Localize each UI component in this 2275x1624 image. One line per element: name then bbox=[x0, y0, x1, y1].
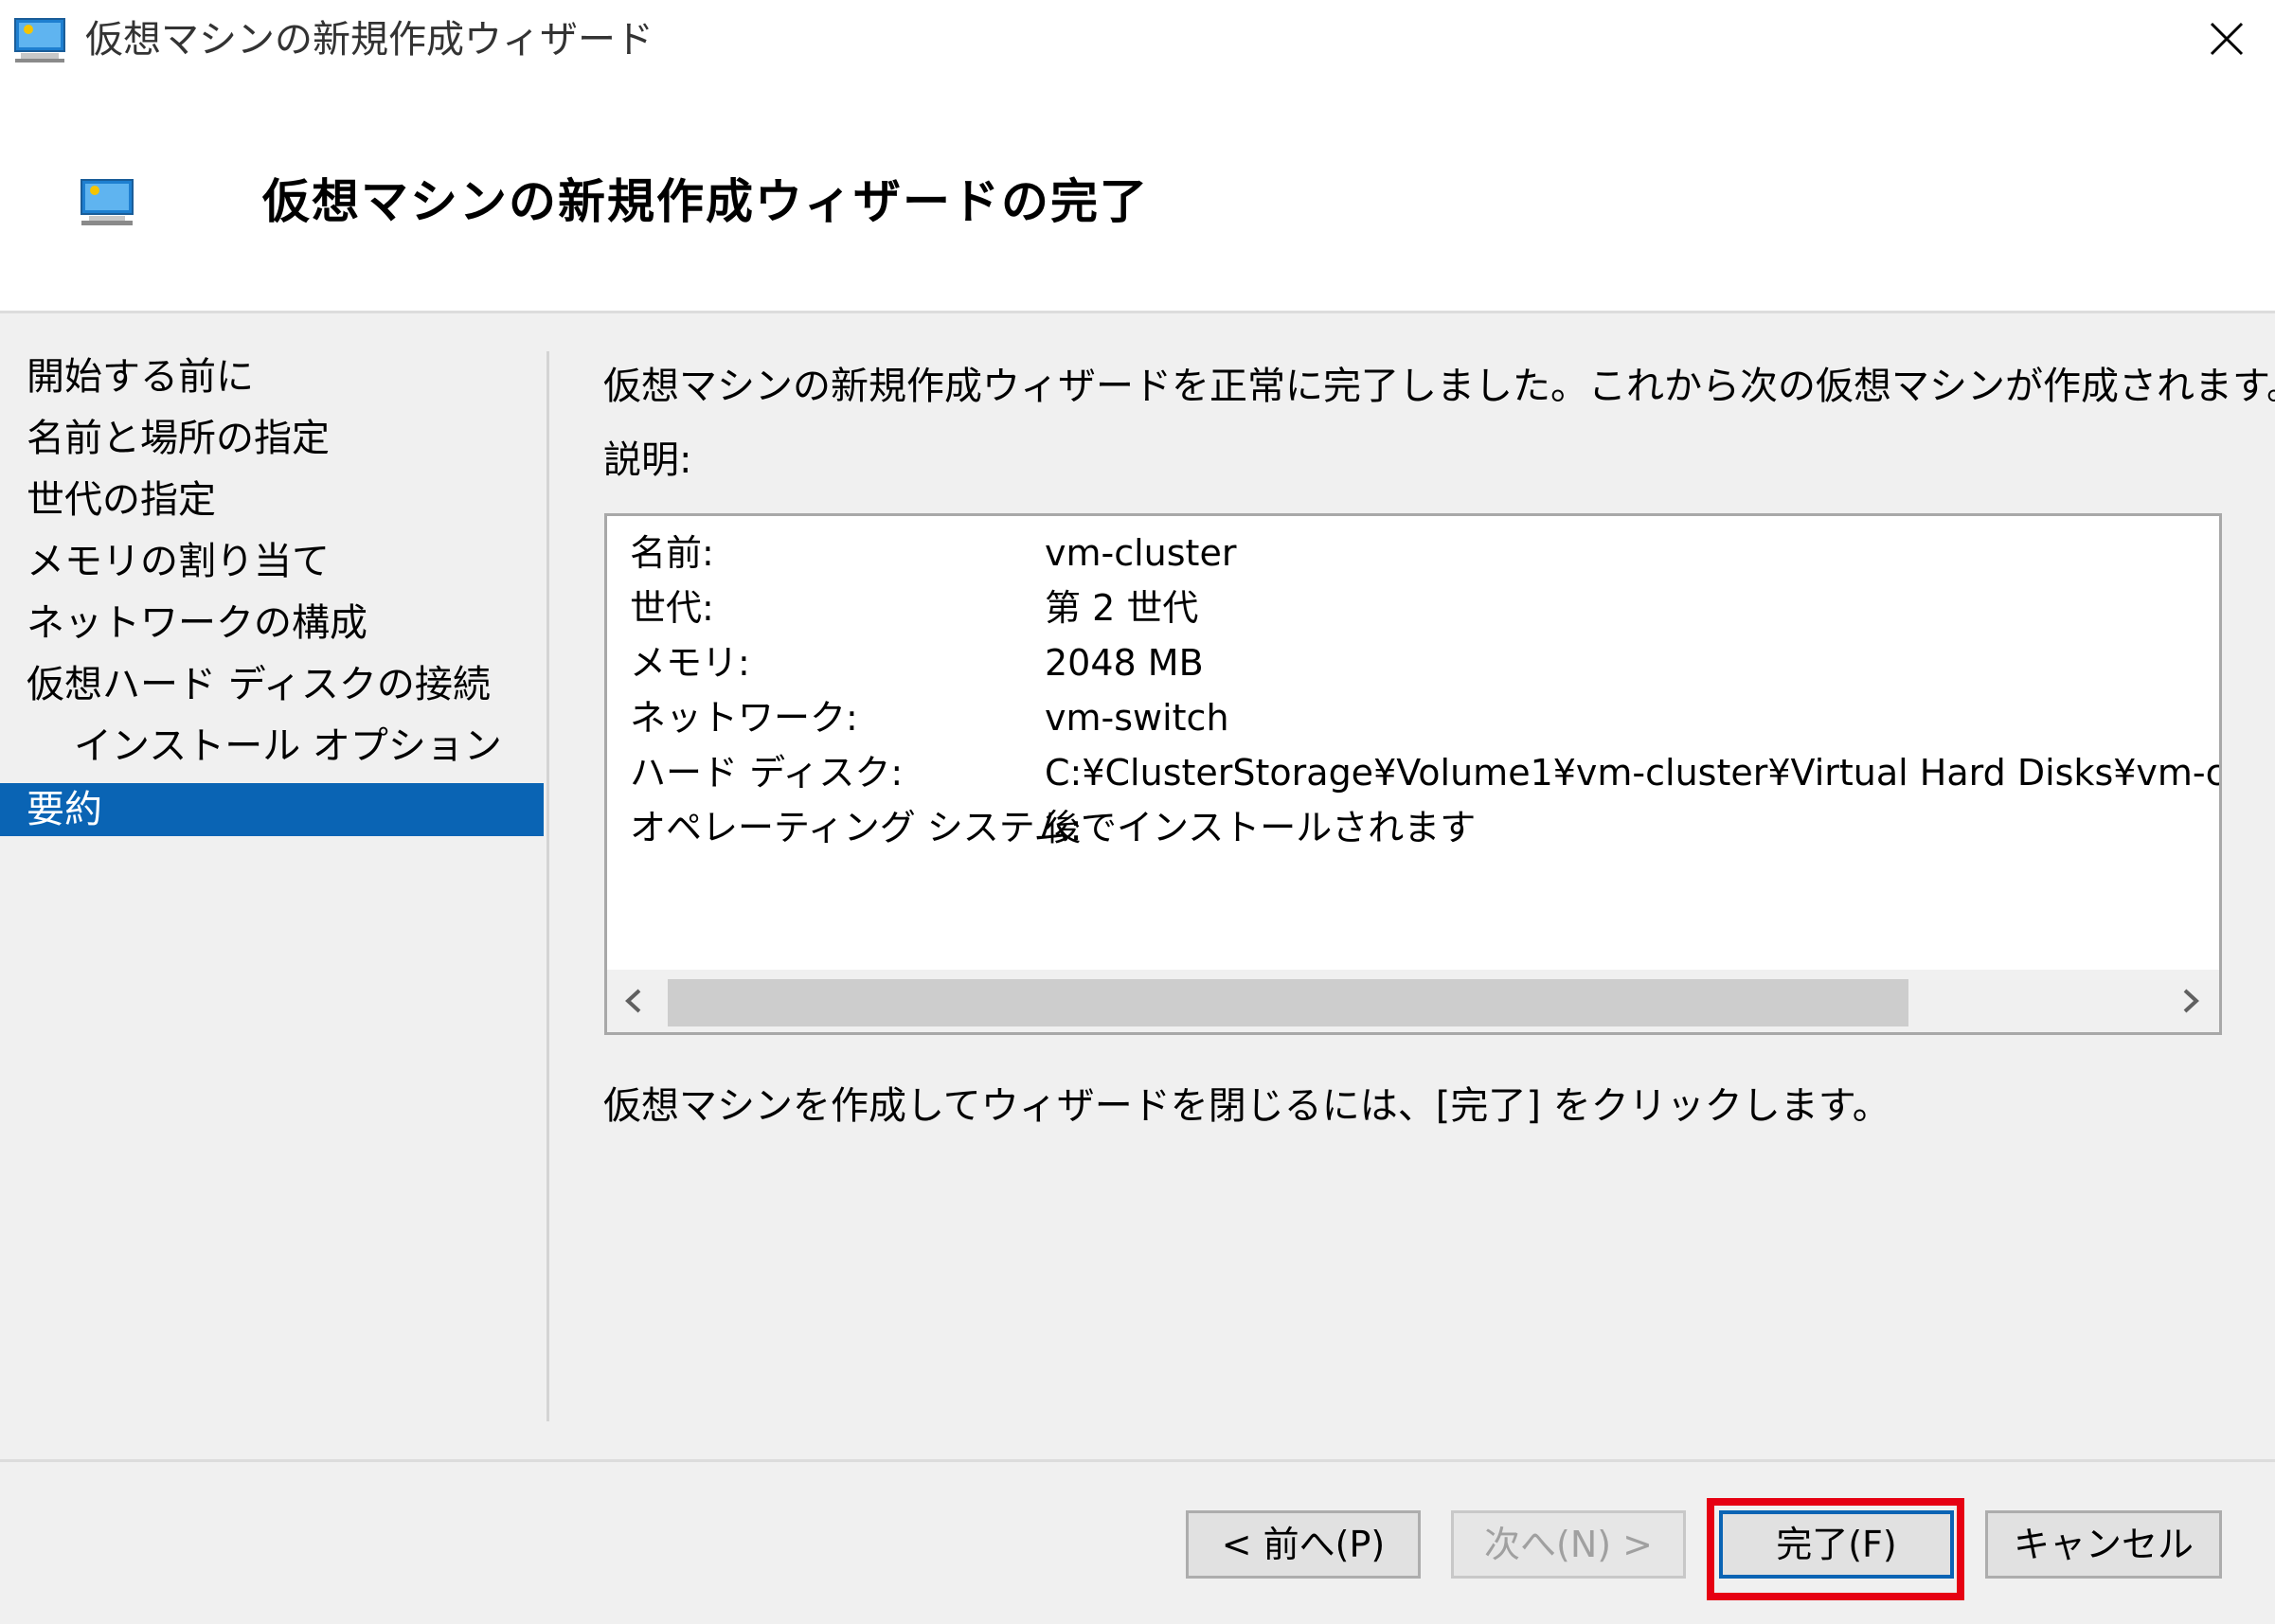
summary-label: ハード ディスク: bbox=[630, 752, 904, 794]
nav-item-virtual-disk[interactable]: 仮想ハード ディスクの接続 bbox=[0, 658, 544, 711]
nav-item-generation[interactable]: 世代の指定 bbox=[0, 473, 544, 526]
summary-label: ネットワーク: bbox=[630, 697, 858, 739]
nav-item-memory[interactable]: メモリの割り当て bbox=[0, 535, 544, 588]
nav-item-network[interactable]: ネットワークの構成 bbox=[0, 597, 544, 650]
nav-item-install-options[interactable]: インストール オプション bbox=[0, 720, 544, 773]
nav-item-before-you-begin[interactable]: 開始する前に bbox=[0, 350, 544, 403]
summary-value: 2048 MB bbox=[1045, 642, 1204, 684]
chevron-right-icon bbox=[2183, 989, 2199, 1013]
finish-hint-text: 仮想マシンを作成してウィザードを閉じるには、[完了] をクリックします。 bbox=[603, 1084, 1890, 1128]
summary-label: メモリ: bbox=[630, 642, 750, 684]
nav-divider bbox=[546, 351, 549, 1421]
summary-value: 第 2 世代 bbox=[1045, 587, 1199, 629]
summary-label: 名前: bbox=[630, 532, 714, 574]
finish-button[interactable]: 完了(F) bbox=[1719, 1510, 1954, 1579]
summary-value: vm-cluster bbox=[1045, 532, 1237, 574]
intro-text: 仮想マシンの新規作成ウィザードを正常に完了しました。これから次の仮想マシンが作成… bbox=[603, 365, 2275, 408]
horizontal-scrollbar[interactable] bbox=[607, 970, 2219, 1032]
close-button[interactable] bbox=[2178, 0, 2275, 78]
scroll-right-button[interactable] bbox=[2172, 970, 2210, 1032]
summary-listbox[interactable]: 名前: vm-cluster 世代: 第 2 世代 メモリ: 2048 MB ネ… bbox=[604, 513, 2222, 1035]
scroll-thumb[interactable] bbox=[668, 979, 1908, 1026]
back-button[interactable]: < 前へ(P) bbox=[1186, 1510, 1421, 1579]
summary-value: C:¥ClusterStorage¥Volume1¥vm-cluster¥Vir… bbox=[1045, 752, 2222, 794]
scroll-left-button[interactable] bbox=[615, 970, 653, 1032]
nav-item-summary[interactable]: 要約 bbox=[0, 783, 544, 836]
cancel-button[interactable]: キャンセル bbox=[1985, 1510, 2222, 1579]
window-title: 仮想マシンの新規作成ウィザード bbox=[85, 18, 654, 62]
summary-value: 後でインストールされます bbox=[1045, 807, 1477, 848]
next-button[interactable]: 次へ(N) > bbox=[1451, 1510, 1686, 1579]
page-title: 仮想マシンの新規作成ウィザードの完了 bbox=[262, 174, 1149, 229]
close-icon bbox=[2210, 22, 2244, 56]
summary-value: vm-switch bbox=[1045, 697, 1229, 739]
nav-item-name-location[interactable]: 名前と場所の指定 bbox=[0, 412, 544, 465]
summary-label: オペレーティング システム: bbox=[630, 807, 1083, 848]
chevron-left-icon bbox=[625, 989, 641, 1013]
vm-monitor-icon bbox=[80, 178, 134, 227]
summary-label: 世代: bbox=[630, 587, 714, 629]
description-label: 説明: bbox=[603, 438, 692, 482]
vm-monitor-icon bbox=[13, 17, 66, 64]
